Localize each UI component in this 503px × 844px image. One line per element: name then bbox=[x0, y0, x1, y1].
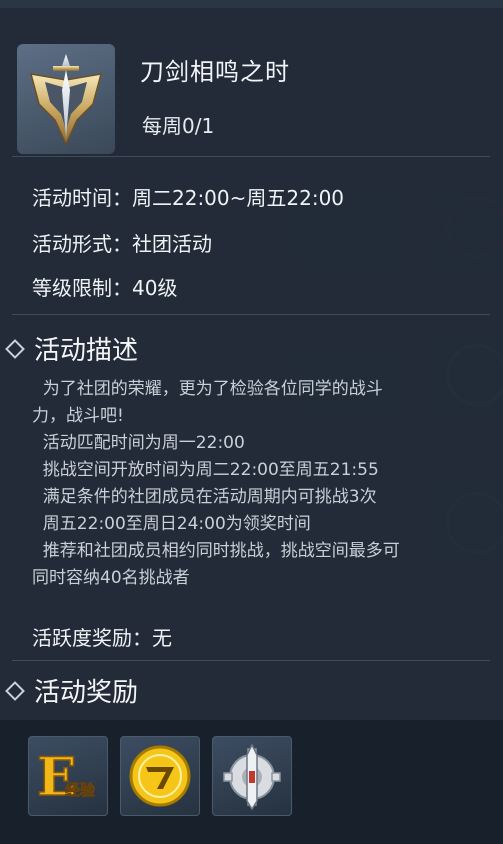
sword-emblem-icon bbox=[17, 44, 115, 154]
diamond-bullet-icon bbox=[5, 680, 25, 701]
activity-time: 活动时间：周二22:00~周五22:00 bbox=[32, 186, 345, 210]
exp-reward-item[interactable]: E 经验 bbox=[28, 736, 108, 816]
description-line: 活动匹配时间为周一22:00 bbox=[32, 433, 245, 453]
rewards-heading: 活动奖励 bbox=[5, 672, 138, 709]
coin-reward-item[interactable] bbox=[120, 736, 200, 816]
reward-divider bbox=[12, 660, 490, 661]
description-line: 推荐和社团成员相约同时挑战，挑战空间最多可 bbox=[32, 541, 400, 561]
diamond-bullet-icon bbox=[5, 338, 25, 359]
description-line: 为了社团的荣耀，更为了检验各位同学的战斗 bbox=[32, 379, 383, 399]
activity-detail-panel: 刀剑相鸣之时 每周0/1 活动时间：周二22:00~周五22:00 活动形式：社… bbox=[0, 8, 503, 844]
activity-header: 刀剑相鸣之时 每周0/1 bbox=[0, 22, 503, 154]
gear-blade-icon bbox=[223, 743, 281, 811]
background-top-strip bbox=[0, 0, 503, 8]
description-line: 同时容纳40名挑战者 bbox=[32, 568, 190, 588]
activity-description: 为了社团的荣耀，更为了检验各位同学的战斗 力，战斗吧! 活动匹配时间为周一22:… bbox=[32, 376, 482, 592]
level-requirement: 等级限制：40级 bbox=[32, 276, 178, 300]
info-divider bbox=[12, 314, 490, 315]
gear-blade-reward-item[interactable] bbox=[212, 736, 292, 816]
coin-icon bbox=[129, 745, 191, 807]
exp-label: 经验 bbox=[65, 781, 96, 799]
activity-format: 活动形式：社团活动 bbox=[32, 232, 212, 256]
description-line: 挑战空间开放时间为周二22:00至周五21:55 bbox=[32, 460, 379, 480]
weekly-count: 每周0/1 bbox=[142, 114, 215, 138]
rewards-bar: E 经验 bbox=[0, 720, 503, 844]
activity-title: 刀剑相鸣之时 bbox=[140, 58, 290, 86]
description-line: 满足条件的社团成员在活动周期内可挑战3次 bbox=[32, 487, 377, 507]
description-line: 周五22:00至周日24:00为领奖时间 bbox=[32, 514, 311, 534]
description-line: 力，战斗吧! bbox=[32, 406, 124, 426]
exp-icon: E 经验 bbox=[36, 746, 96, 809]
header-divider bbox=[12, 156, 490, 157]
activity-points-reward: 活跃度奖励：无 bbox=[32, 626, 172, 650]
description-heading: 活动描述 bbox=[5, 330, 138, 367]
